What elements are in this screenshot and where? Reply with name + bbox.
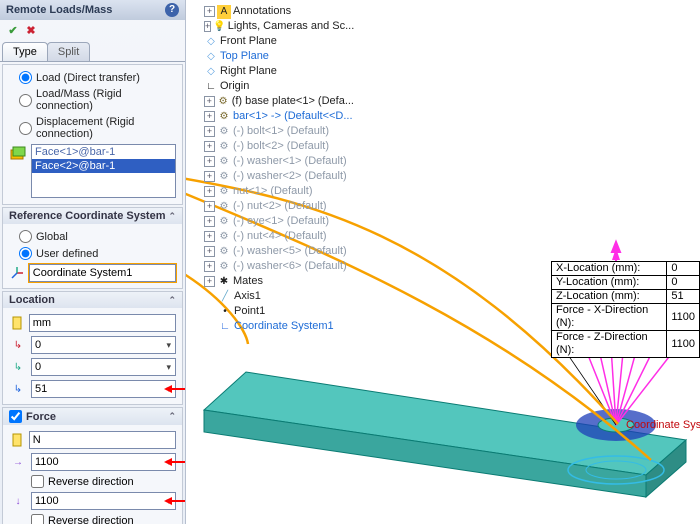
property-panel: Remote Loads/Mass ? ✔ ✖ Type Split Load … bbox=[0, 0, 186, 524]
force-unit-combo[interactable]: N bbox=[29, 431, 176, 449]
expand-icon[interactable]: + bbox=[204, 216, 215, 227]
fz-input[interactable]: 1100 bbox=[31, 492, 176, 510]
x-icon: ↳ bbox=[9, 336, 27, 354]
section-refcs: Reference Coordinate System⌃ Global User… bbox=[2, 207, 183, 289]
chevron-icon: ⌃ bbox=[168, 295, 176, 306]
location-header[interactable]: Location⌃ bbox=[3, 292, 182, 308]
expand-icon[interactable]: + bbox=[204, 126, 215, 137]
force-unit-icon bbox=[9, 431, 25, 449]
callout-arrow bbox=[166, 500, 185, 502]
expand-icon[interactable]: + bbox=[204, 6, 215, 17]
section-force: Force⌃ N →1100 Reverse direction ↓1100 R… bbox=[2, 407, 183, 524]
panel-body: Load (Direct transfer) Load/Mass (Rigid … bbox=[0, 61, 185, 524]
expand-icon[interactable]: + bbox=[204, 246, 215, 257]
callout-arrow bbox=[166, 388, 185, 390]
tab-type[interactable]: Type bbox=[2, 42, 48, 61]
callout-arrow bbox=[166, 461, 185, 463]
graphics-view[interactable]: +AAnnotations +💡Lights, Cameras and Sc..… bbox=[186, 0, 700, 524]
section-type: Load (Direct transfer) Load/Mass (Rigid … bbox=[2, 64, 183, 205]
tab-split[interactable]: Split bbox=[47, 42, 90, 61]
radio-rigid[interactable]: Load/Mass (Rigid connection) bbox=[9, 86, 176, 114]
x-input[interactable]: 0 bbox=[31, 336, 176, 354]
load-data-table: X-Location (mm):0 Y-Location (mm):0 Z-Lo… bbox=[551, 261, 700, 358]
radio-global[interactable]: Global bbox=[9, 228, 176, 245]
expand-icon[interactable]: + bbox=[204, 186, 215, 197]
cs-icon bbox=[9, 264, 25, 282]
ok-cancel-row: ✔ ✖ bbox=[0, 20, 185, 42]
expand-icon[interactable]: + bbox=[204, 171, 215, 182]
expand-icon[interactable]: + bbox=[204, 21, 211, 32]
radio-direct[interactable]: Load (Direct transfer) bbox=[9, 69, 176, 86]
panel-title-bar: Remote Loads/Mass ? bbox=[0, 0, 185, 20]
fx-icon: → bbox=[9, 453, 27, 471]
refcs-header[interactable]: Reference Coordinate System⌃ bbox=[3, 208, 182, 224]
face-item-1[interactable]: Face<1>@bar-1 bbox=[32, 145, 175, 159]
face-item-2[interactable]: Face<2>@bar-1 bbox=[32, 159, 175, 173]
expand-icon[interactable]: + bbox=[204, 141, 215, 152]
expand-icon[interactable]: + bbox=[204, 231, 215, 242]
cs-label-3d: Coordinate System1 bbox=[626, 419, 700, 431]
unit-combo[interactable]: mm bbox=[29, 314, 176, 332]
ok-button[interactable]: ✔ bbox=[6, 24, 20, 38]
cs-input[interactable]: Coordinate System1 bbox=[29, 264, 176, 282]
force-header[interactable]: Force⌃ bbox=[3, 408, 182, 425]
force-enable[interactable] bbox=[9, 410, 22, 423]
face-listbox[interactable]: Face<1>@bar-1 Face<2>@bar-1 bbox=[31, 144, 176, 198]
section-location: Location⌃ mm ↳0 ↳0 ↳51 bbox=[2, 291, 183, 405]
fz-icon: ↓ bbox=[9, 492, 27, 510]
expand-icon[interactable]: + bbox=[204, 276, 215, 287]
radio-displacement[interactable]: Displacement (Rigid connection) bbox=[9, 114, 176, 142]
panel-title: Remote Loads/Mass bbox=[6, 4, 112, 16]
face-select-icon bbox=[9, 144, 27, 162]
chevron-icon: ⌃ bbox=[168, 411, 176, 422]
radio-userdef[interactable]: User defined bbox=[9, 245, 176, 262]
feature-tree[interactable]: +AAnnotations +💡Lights, Cameras and Sc..… bbox=[186, 0, 354, 334]
expand-icon[interactable]: + bbox=[204, 111, 215, 122]
help-icon[interactable]: ? bbox=[165, 3, 179, 17]
tabs: Type Split bbox=[0, 42, 185, 61]
expand-icon[interactable]: + bbox=[204, 156, 215, 167]
expand-icon[interactable]: + bbox=[204, 201, 215, 212]
z-icon: ↳ bbox=[9, 380, 27, 398]
unit-icon bbox=[9, 314, 25, 332]
cancel-button[interactable]: ✖ bbox=[24, 24, 38, 38]
fx-input[interactable]: 1100 bbox=[31, 453, 176, 471]
expand-icon[interactable]: + bbox=[204, 261, 215, 272]
expand-icon[interactable]: + bbox=[204, 96, 215, 107]
chevron-icon: ⌃ bbox=[168, 211, 176, 222]
reverse-x[interactable]: Reverse direction bbox=[9, 473, 176, 490]
y-icon: ↳ bbox=[9, 358, 27, 376]
reverse-z[interactable]: Reverse direction bbox=[9, 512, 176, 524]
z-input[interactable]: 51 bbox=[31, 380, 176, 398]
y-input[interactable]: 0 bbox=[31, 358, 176, 376]
